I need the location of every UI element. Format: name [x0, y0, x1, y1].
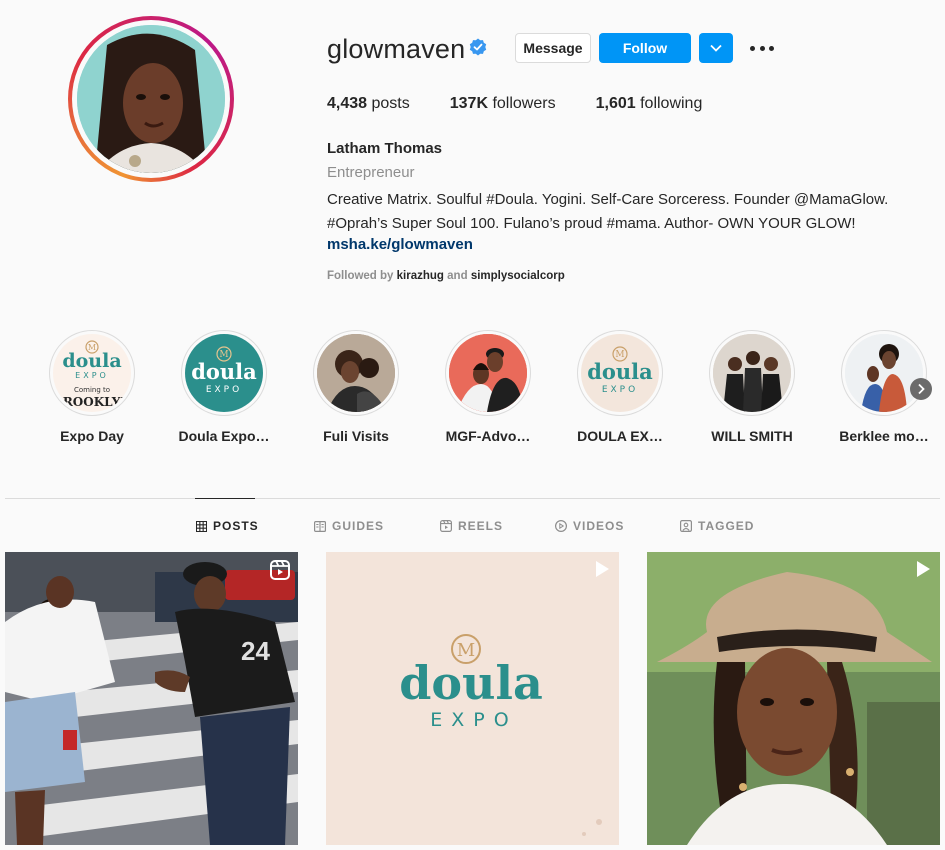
reels-icon [440, 520, 452, 532]
highlight-label: DOULA EX… [577, 428, 663, 444]
highlight-label: Doula Expo… [178, 428, 270, 444]
post-tile[interactable]: 24 [5, 552, 298, 845]
chevron-right-icon [918, 383, 925, 395]
posts-count: 4,438 posts [327, 95, 410, 112]
active-tab-indicator [195, 498, 255, 499]
profile-stats: 4,438 posts 137K followers 1,601 followi… [327, 95, 742, 113]
highlight-expo-day[interactable]: M doula EXPO Coming to BROOKLYN Expo Day [48, 330, 136, 444]
video-badge-icon [596, 561, 609, 577]
highlight-small-text: Coming to [74, 386, 110, 394]
highlight-doula-expo[interactable]: M doula EXPO Doula Expo… [178, 330, 270, 444]
jersey-number: 24 [241, 636, 270, 666]
highlight-label: Fuli Visits [323, 428, 389, 444]
tab-tagged[interactable]: TAGGED [680, 519, 754, 533]
post-tile[interactable] [647, 552, 940, 845]
post-logo-text: doula [399, 656, 543, 710]
tab-videos[interactable]: VIDEOS [555, 519, 624, 533]
highlight-fuli-visits[interactable]: Fuli Visits [312, 330, 400, 444]
tab-reels[interactable]: REELS [440, 519, 503, 533]
highlight-logo-text: doula [191, 359, 257, 384]
highlight-label: WILL SMITH [711, 428, 793, 444]
bio-line: Creative Matrix. Soulful #Doula. Yogini.… [327, 191, 889, 208]
tab-guides[interactable]: GUIDES [314, 519, 384, 533]
bio-line: #Oprah’s Super Soul 100. Fulano’s proud … [327, 215, 856, 232]
message-button[interactable]: Message [515, 33, 591, 63]
grid-icon [196, 520, 207, 532]
bio-link[interactable]: msha.ke/glowmaven [327, 236, 473, 253]
highlight-label: Expo Day [60, 428, 124, 444]
following-count[interactable]: 1,601 following [596, 95, 703, 113]
username: glowmaven [327, 34, 466, 64]
highlights-next-button[interactable] [910, 378, 932, 400]
follower-link[interactable]: simplysocialcorp [471, 270, 565, 282]
profile-tabs: POSTS GUIDES REELS VIDEOS TAGGED [0, 519, 945, 535]
post-logo-subtext: EXPO [430, 709, 517, 731]
bio: Creative Matrix. Soulful #Doula. Yogini.… [327, 188, 927, 236]
highlight-banner-text: BROOKLYN [53, 395, 131, 409]
highlight-will-smith[interactable]: WILL SMITH [708, 330, 796, 444]
highlight-label: Berklee mo… [839, 428, 929, 444]
tagged-icon [680, 520, 692, 532]
highlight-logo-text: doula [62, 350, 121, 372]
tab-posts[interactable]: POSTS [196, 519, 259, 533]
highlight-label: MGF-Advo… [445, 428, 531, 444]
highlight-mgf-advo[interactable]: MGF-Advo… [444, 330, 532, 444]
guides-icon [314, 520, 326, 532]
post-tile[interactable]: M doula EXPO [326, 552, 619, 845]
highlight-logo-subtext: EXPO [75, 371, 109, 380]
reels-badge-icon [270, 560, 290, 580]
highlight-logo-text: doula [587, 359, 653, 384]
chevron-down-icon [710, 44, 722, 52]
video-badge-icon [917, 561, 930, 577]
highlight-logo-subtext: EXPO [206, 385, 242, 395]
highlight-logo-subtext: EXPO [602, 385, 638, 395]
profile-avatar[interactable] [77, 25, 225, 173]
follow-button[interactable]: Follow [599, 33, 691, 63]
full-name: Latham Thomas [327, 140, 443, 157]
highlight-berklee[interactable]: Berklee mo… [839, 330, 929, 444]
followed-by: Followed by kirazhug and simplysocialcor… [327, 270, 565, 282]
verified-badge-icon [469, 38, 487, 56]
more-options-icon[interactable] [750, 39, 774, 57]
section-divider [5, 498, 940, 499]
highlight-doula-ex[interactable]: M doula EXPO DOULA EX… [576, 330, 664, 444]
video-icon [555, 520, 567, 532]
profile-avatar-ring[interactable] [68, 16, 234, 182]
category-label: Entrepreneur [327, 164, 415, 181]
followers-count[interactable]: 137K followers [450, 95, 556, 113]
follower-link[interactable]: kirazhug [397, 270, 444, 282]
suggested-dropdown-button[interactable] [699, 33, 733, 63]
